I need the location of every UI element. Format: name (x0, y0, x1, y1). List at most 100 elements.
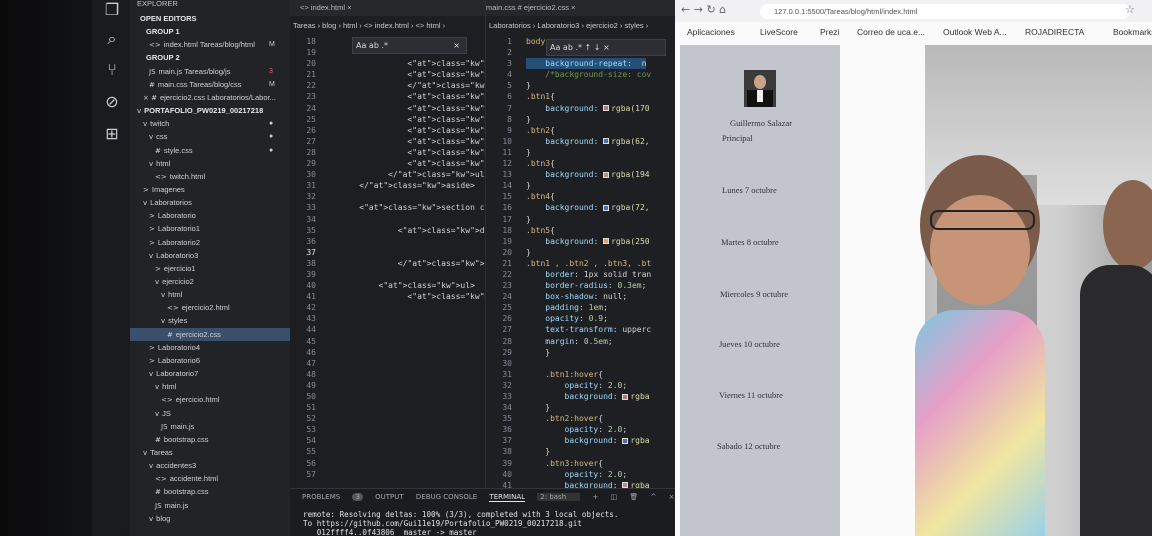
nav-link[interactable]: Martes 8 octubre (721, 237, 779, 247)
extensions-icon[interactable]: ⊞ (102, 124, 122, 144)
code-line[interactable]: .btn1{ (526, 91, 651, 102)
code-line[interactable] (340, 336, 485, 347)
code-line[interactable] (340, 469, 485, 480)
code-line[interactable]: } (526, 247, 651, 258)
tree-item[interactable]: > Laboratorio2 (130, 236, 290, 249)
code-line[interactable] (340, 413, 485, 424)
code-area-2[interactable]: body background-repeat: n /*background-s… (526, 36, 651, 491)
code-line[interactable]: .btn2:hover{ (526, 413, 651, 424)
color-swatch[interactable] (603, 138, 610, 145)
reload-icon[interactable]: ↻ (706, 3, 715, 16)
color-swatch[interactable] (622, 393, 629, 400)
chevron-up-icon[interactable]: ^ (650, 493, 656, 501)
code-line[interactable]: opacity: 0.9; (526, 313, 651, 324)
code-line[interactable]: opacity: 2.0; (526, 424, 651, 435)
breadcrumb-2[interactable]: Laboratorios › Laboratorio3 › ejercicio2… (486, 16, 675, 36)
tree-item[interactable]: <> twitch.html (130, 170, 290, 183)
bookmark-item[interactable]: Correo de uca.e... (857, 24, 925, 40)
code-line[interactable]: </"at">class="kw">li> (340, 80, 485, 91)
code-line[interactable]: background: rgba (526, 391, 651, 402)
nav-buttons[interactable]: ← → ↻ ⌂ (681, 3, 726, 16)
tree-item[interactable]: GROUP 2 (130, 51, 290, 64)
files-icon[interactable]: ❐ (102, 0, 122, 20)
code-line[interactable]: } (526, 147, 651, 158)
tree-item[interactable]: v html (130, 288, 290, 301)
code-line[interactable]: border: 1px solid tran (526, 269, 651, 280)
tree-item[interactable]: v html (130, 157, 290, 170)
bookmark-item[interactable]: Prezi (820, 24, 839, 40)
back-icon[interactable]: ← (681, 3, 690, 16)
code-line[interactable]: background: rgba(250 (526, 236, 651, 247)
code-line[interactable]: <"at">class="kw">li class="n (340, 147, 485, 158)
code-line[interactable]: body (526, 36, 651, 47)
code-line[interactable]: <"at">class="kw">li class="n (340, 158, 485, 169)
tab-index-html[interactable]: <> index.html × (290, 3, 352, 12)
code-line[interactable] (340, 391, 485, 402)
code-line[interactable]: <"at">class="kw">ul> (340, 280, 485, 291)
code-line[interactable] (340, 380, 485, 391)
tree-item[interactable]: <> index.html Tareas/blog/html M (130, 38, 290, 51)
tree-item[interactable]: v accidentes3 (130, 459, 290, 472)
tree-item[interactable]: OPEN EDITORS (130, 12, 290, 25)
nav-link[interactable]: Lunes 7 octubre (722, 185, 777, 195)
code-line[interactable]: <"at">class="kw">li class="n (340, 103, 485, 114)
star-icon[interactable]: ☆ (1125, 3, 1135, 16)
bookmark-item[interactable]: Bookmarks (1113, 24, 1152, 40)
code-line[interactable]: .btn5{ (526, 225, 651, 236)
tree-item[interactable]: # bootstrap.css (130, 433, 290, 446)
code-line[interactable]: </"at">class="kw">div> (340, 258, 485, 269)
code-line[interactable]: padding: 1em; (526, 302, 651, 313)
tree-item[interactable]: <> accidente.html (130, 472, 290, 485)
code-line[interactable]: } (526, 180, 651, 191)
code-line[interactable] (340, 369, 485, 380)
tree-item[interactable]: > Laboratorio4 (130, 341, 290, 354)
code-line[interactable]: <"at">class="kw">li class="a (340, 58, 485, 69)
tree-item[interactable]: v html (130, 380, 290, 393)
code-line[interactable] (526, 358, 651, 369)
tree-item[interactable]: # style.css ● (130, 144, 290, 157)
code-line[interactable]: <"at">class="kw">section class="art_area (340, 202, 485, 213)
code-line[interactable]: .btn2{ (526, 125, 651, 136)
code-line[interactable]: </"at">class="kw">aside> (340, 180, 485, 191)
close-icon[interactable]: × (669, 493, 675, 501)
tab-ejercicio2-css[interactable]: main.css # ejercicio2.css × (486, 3, 575, 12)
tree-item[interactable]: <> ejercicio.html (130, 393, 290, 406)
tree-item[interactable]: JS main.js Tareas/blog/js 3 (130, 65, 290, 78)
tree-item[interactable]: # main.css Tareas/blog/css M (130, 78, 290, 91)
code-line[interactable]: opacity: 2.0; (526, 469, 651, 480)
code-line[interactable] (340, 324, 485, 335)
source-control-icon[interactable]: ⑂ (102, 60, 122, 80)
tab-terminal[interactable]: TERMINAL (489, 493, 526, 502)
code-line[interactable] (340, 313, 485, 324)
tree-item[interactable]: > Laboratorio6 (130, 354, 290, 367)
code-line[interactable]: <"at">class="kw">li class="n (340, 125, 485, 136)
bookmark-item[interactable]: Outlook Web A... (943, 24, 1007, 40)
code-line[interactable] (340, 358, 485, 369)
code-line[interactable] (340, 214, 485, 225)
code-line[interactable]: background-repeat: n (526, 58, 647, 70)
tab-debug-console[interactable]: DEBUG CONSOLE (416, 493, 477, 501)
code-line[interactable]: } (526, 402, 651, 413)
tree-item[interactable]: v ejercicio2 (130, 275, 290, 288)
code-line[interactable] (340, 402, 485, 413)
code-line[interactable] (340, 446, 485, 457)
code-line[interactable]: background: rgba(170 (526, 103, 651, 114)
tree-item[interactable]: v blog (130, 512, 290, 525)
bookmark-item[interactable]: Aplicaciones (687, 24, 735, 40)
code-line[interactable] (526, 47, 651, 58)
code-line[interactable]: opacity: 2.0; (526, 380, 651, 391)
code-line[interactable] (340, 269, 485, 280)
code-line[interactable]: <"at">class="kw">li class="n (340, 114, 485, 125)
split-terminal-icon[interactable]: ◫ (610, 493, 617, 501)
tree-item[interactable]: > Laboratorio (130, 209, 290, 222)
tree-item[interactable]: v Tareas (130, 446, 290, 459)
add-terminal-icon[interactable]: + (592, 493, 598, 501)
code-line[interactable]: .btn1 , .btn2 , .btn3, .bt (526, 258, 651, 269)
code-line[interactable]: margin: 0.5em; (526, 336, 651, 347)
code-line[interactable]: </"at">class="kw">ul> (340, 169, 485, 180)
code-line[interactable] (340, 302, 485, 313)
terminal-select[interactable]: 2: bash (537, 493, 581, 501)
code-line[interactable]: } (526, 80, 651, 91)
tree-item[interactable]: > Imagenes (130, 183, 290, 196)
code-line[interactable] (340, 36, 485, 47)
